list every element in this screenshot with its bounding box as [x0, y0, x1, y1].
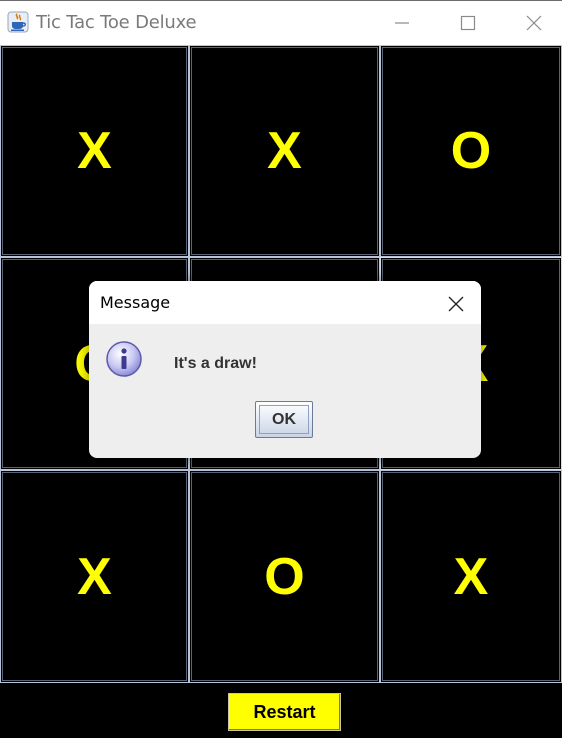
- cell-mark: X: [77, 547, 112, 606]
- restart-button[interactable]: Restart: [228, 693, 341, 731]
- board-cell-3[interactable]: O: [380, 45, 562, 257]
- java-cup-icon: [7, 11, 29, 33]
- message-dialog: Message It's a draw! OK: [89, 281, 481, 458]
- dialog-close-button[interactable]: [441, 289, 469, 317]
- window-title: Tic Tac Toe Deluxe: [36, 12, 197, 33]
- cell-mark: X: [453, 547, 489, 606]
- ok-button[interactable]: OK: [255, 401, 313, 438]
- cell-mark: X: [267, 122, 302, 180]
- board-cell-8[interactable]: O: [189, 470, 380, 683]
- game-window: Tic Tac Toe Deluxe X X O O X X O X: [0, 0, 562, 738]
- board-cell-2[interactable]: X: [189, 45, 380, 257]
- minimize-button[interactable]: [372, 1, 432, 45]
- ok-button-label: OK: [259, 405, 309, 434]
- dialog-message: It's a draw!: [174, 355, 257, 372]
- board-cell-9[interactable]: X: [380, 470, 562, 683]
- cell-mark: X: [77, 122, 112, 180]
- close-window-button[interactable]: [504, 1, 562, 45]
- dialog-title: Message: [100, 293, 171, 312]
- board-cell-1[interactable]: X: [0, 45, 189, 257]
- close-icon: [448, 296, 464, 312]
- title-bar[interactable]: Tic Tac Toe Deluxe: [0, 0, 562, 45]
- dialog-title-bar[interactable]: Message: [89, 281, 481, 324]
- minimize-icon: [395, 22, 409, 24]
- cell-mark: O: [264, 547, 305, 606]
- cell-mark: O: [450, 122, 492, 180]
- info-icon: [106, 341, 142, 377]
- maximize-button[interactable]: [438, 1, 498, 45]
- close-icon: [526, 15, 542, 31]
- control-bar: Restart: [0, 683, 562, 738]
- board-cell-7[interactable]: X: [0, 470, 189, 683]
- maximize-icon: [460, 15, 476, 31]
